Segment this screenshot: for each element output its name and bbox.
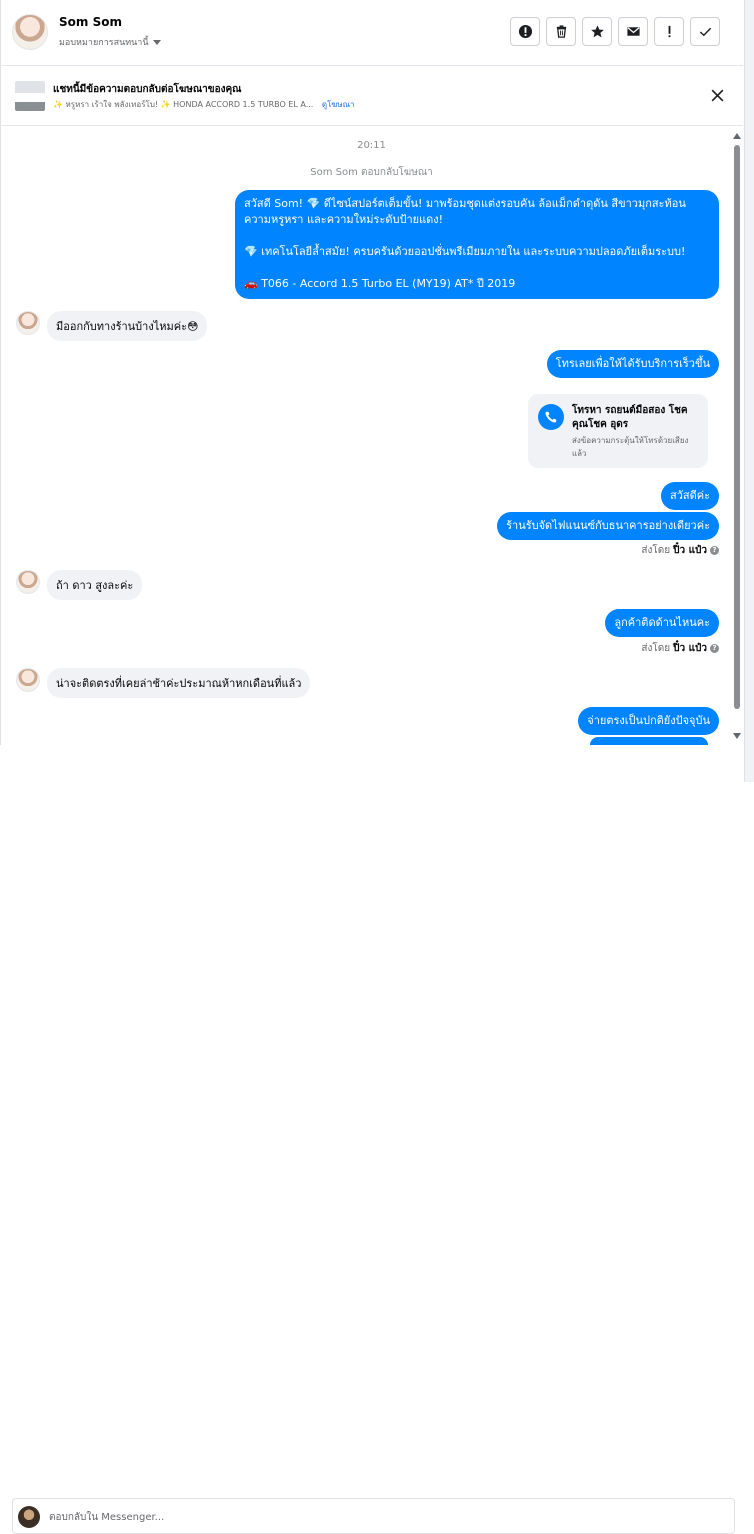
- sent-by-name: ปิ๋ว แป๋ว: [673, 643, 707, 654]
- message-input-placeholder: ตอบกลับใน Messenger...: [49, 1512, 165, 1523]
- trash-icon: [556, 25, 566, 38]
- contact-avatar-small: [16, 311, 40, 335]
- done-button[interactable]: [690, 17, 720, 46]
- timestamp: 20:11: [357, 140, 386, 151]
- contact-avatar[interactable]: [12, 14, 48, 50]
- outgoing-message: จ่ายตรงเป็นปกติยังปัจจุบัน: [578, 707, 719, 735]
- delete-button[interactable]: [546, 17, 576, 46]
- mark-button[interactable]: [510, 17, 540, 46]
- sent-by-label: ส่งโดย ปิ๋ว แป๋ว ?: [641, 543, 719, 558]
- ad-message-bubble: สวัสดี Som! 💎 ดีไซน์สปอร์ตเต็มขั้น! มาพร…: [235, 190, 719, 299]
- conversation-header: Som Som มอบหมายการสนทนานี้: [0, 0, 743, 66]
- info-icon[interactable]: ?: [710, 546, 719, 555]
- phone-icon: [538, 404, 564, 430]
- outgoing-message: ลูกค้าติดด้านไหนคะ: [605, 609, 719, 637]
- partial-outgoing-message: [590, 737, 708, 745]
- scroll-thumb[interactable]: [734, 145, 740, 709]
- contact-name[interactable]: Som Som: [59, 15, 122, 29]
- incoming-message: ถ้า ดาว สูงละค่ะ: [47, 570, 143, 600]
- sent-by-name: ปิ๋ว แป๋ว: [673, 545, 707, 556]
- ad-message-line2: 💎 เทคโนโลยีล้ำสมัย! ครบครันด้วยออปชั่นพร…: [244, 245, 686, 258]
- checkmark-icon: [699, 27, 711, 37]
- outgoing-message: ร้านรับจัดไฟแนนซ์กับธนาคารอย่างเดียวค่ะ: [497, 512, 719, 540]
- ad-message-line3: 🚗 T066 - Accord 1.5 Turbo EL (MY19) AT* …: [244, 277, 516, 290]
- page-scrollbar[interactable]: [745, 0, 754, 782]
- close-icon[interactable]: [709, 87, 726, 104]
- call-card-title: โทรหา รถยนต์มือสอง โชคคุณโชค อุดร: [572, 405, 688, 430]
- ad-thumbnail[interactable]: [15, 81, 45, 111]
- scroll-down-icon[interactable]: [733, 733, 741, 739]
- scroll-up-icon[interactable]: [733, 133, 741, 139]
- ad-message-line1: สวัสดี Som! 💎 ดีไซน์สปอร์ตเต็มขั้น! มาพร…: [244, 197, 686, 226]
- alert-circle-icon: [518, 24, 532, 39]
- assign-conversation-dropdown[interactable]: มอบหมายการสนทนานี้: [59, 35, 161, 49]
- call-card-subtitle: ส่งข้อความกระตุ้นให้โทรด้วยเสียงแล้ว: [572, 436, 689, 458]
- star-icon: [590, 25, 604, 38]
- outgoing-message: สวัสดีค่ะ: [660, 482, 719, 510]
- incoming-message: มีออกกับทางร้านบ้างไหมค่ะ😳: [47, 311, 208, 341]
- call-card[interactable]: โทรหา รถยนต์มือสอง โชคคุณโชค อุดร ส่งข้อ…: [528, 394, 708, 468]
- email-button[interactable]: [618, 17, 648, 46]
- star-button[interactable]: [582, 17, 612, 46]
- contact-avatar-small: [16, 668, 40, 692]
- sent-by-label: ส่งโดย ปิ๋ว แป๋ว ?: [641, 641, 719, 656]
- ad-reply-note: Som Som ตอบกลับโฆษณา: [310, 167, 433, 178]
- info-icon[interactable]: ?: [710, 644, 719, 653]
- caret-down-icon: [152, 39, 161, 45]
- important-button[interactable]: [654, 17, 684, 46]
- ad-description: ✨ หรูหรา เร้าใจ พลังเทอร์โบ! ✨ HONDA ACC…: [53, 100, 314, 109]
- envelope-icon: [626, 27, 640, 36]
- sent-by-prefix: ส่งโดย: [641, 643, 671, 654]
- banner-description: ✨ หรูหรา เร้าใจ พลังเทอร์โบ! ✨ HONDA ACC…: [53, 98, 355, 111]
- exclamation-icon: [668, 25, 670, 38]
- page-avatar: [18, 1506, 40, 1528]
- header-actions: [510, 17, 720, 46]
- incoming-message: น่าจะติดตรงที่เคยล่าช้าค่ะประมาณห้าหกเดื…: [47, 668, 311, 698]
- contact-avatar-small: [16, 570, 40, 594]
- assign-label: มอบหมายการสนทนานี้: [59, 38, 149, 48]
- sent-by-prefix: ส่งโดย: [641, 545, 671, 556]
- view-ad-link[interactable]: ดูโฆษณา: [322, 100, 355, 109]
- banner-title: แชทนี้มีข้อความตอบกลับต่อโฆษณาของคุณ: [53, 84, 242, 95]
- chat-scrollbar[interactable]: [732, 131, 741, 741]
- outgoing-message: โทรเลยเพื่อให้ได้รับบริการเร็วขึ้น: [546, 350, 719, 378]
